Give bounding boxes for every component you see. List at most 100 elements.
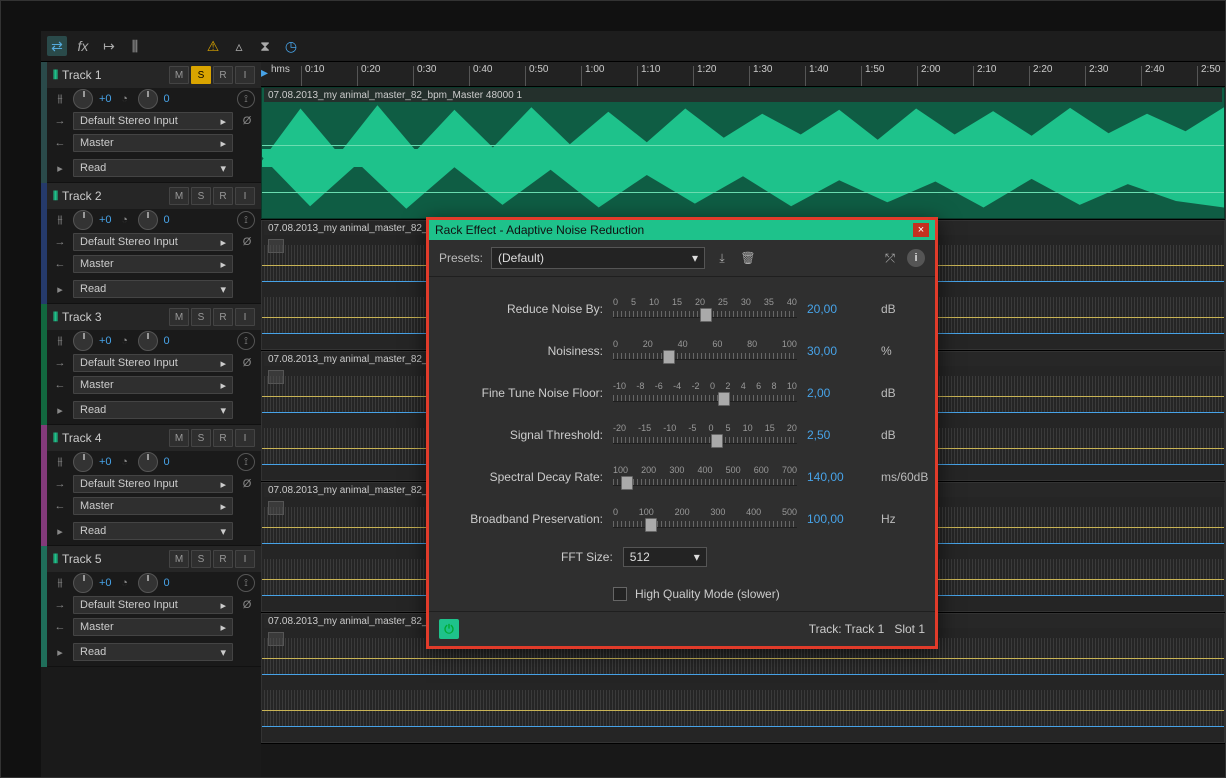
vol-knob[interactable] <box>138 452 158 472</box>
input-select[interactable]: Default Stereo Input▸ <box>73 596 233 614</box>
expand-icon[interactable]: ▸ <box>53 525 67 538</box>
expand-icon[interactable]: ▸ <box>53 283 67 296</box>
save-preset-icon[interactable]: ⤓ <box>713 249 731 267</box>
mute-button[interactable]: M <box>169 308 189 326</box>
stereo-icon[interactable]: ⟟ <box>237 90 255 108</box>
track-header[interactable]: ⫴ Track 2 MSRI <box>47 183 261 209</box>
fft-select[interactable]: 512▾ <box>623 547 707 567</box>
track-header[interactable]: ⫴ Track 5 MSRI <box>47 546 261 572</box>
stereo-icon[interactable]: ⟟ <box>237 453 255 471</box>
expand-icon[interactable]: ▸ <box>53 646 67 659</box>
phase-icon[interactable]: Ø <box>239 236 255 248</box>
pan-knob[interactable] <box>73 89 93 109</box>
pan-knob[interactable] <box>73 573 93 593</box>
pan-knob[interactable] <box>73 452 93 472</box>
automation-select[interactable]: Read▾ <box>73 643 233 661</box>
record-button[interactable]: R <box>213 308 233 326</box>
param-slider[interactable]: 020406080100 <box>613 339 797 363</box>
time-ruler[interactable]: ▸ hms0:100:200:300:400:501:001:101:201:3… <box>261 62 1225 87</box>
track-name[interactable]: Track 5 <box>62 552 163 566</box>
automation-select[interactable]: Read▾ <box>73 401 233 419</box>
param-slider[interactable]: 0510152025303540 <box>613 297 797 321</box>
input-select[interactable]: Default Stereo Input▸ <box>73 233 233 251</box>
input-mon-button[interactable]: I <box>235 308 255 326</box>
solo-button[interactable]: S <box>191 187 211 205</box>
track-name[interactable]: Track 1 <box>62 68 163 82</box>
solo-button[interactable]: S <box>191 66 211 84</box>
track-grip-icon[interactable]: ⫴ <box>53 552 56 567</box>
track-grip-icon[interactable]: ⫴ <box>53 68 56 83</box>
info-icon[interactable]: i <box>907 249 925 267</box>
param-value[interactable]: 140,00 <box>807 470 871 484</box>
record-button[interactable]: R <box>213 429 233 447</box>
input-mon-button[interactable]: I <box>235 187 255 205</box>
phase-icon[interactable]: Ø <box>239 115 255 127</box>
pan-knob[interactable] <box>73 210 93 230</box>
track-grip-icon[interactable]: ⫴ <box>53 431 56 446</box>
expand-icon[interactable]: ▸ <box>53 162 67 175</box>
stereo-icon[interactable]: ⟟ <box>237 211 255 229</box>
track-header[interactable]: ⫴ Track 1 MSRI <box>47 62 261 88</box>
record-button[interactable]: R <box>213 66 233 84</box>
output-select[interactable]: Master▸ <box>73 497 233 515</box>
hq-checkbox[interactable] <box>613 587 627 601</box>
playhead-icon[interactable]: ▸ <box>261 64 268 81</box>
input-mon-button[interactable]: I <box>235 550 255 568</box>
vol-knob[interactable] <box>138 210 158 230</box>
track-name[interactable]: Track 3 <box>62 310 163 324</box>
solo-button[interactable]: S <box>191 429 211 447</box>
input-select[interactable]: Default Stereo Input▸ <box>73 354 233 372</box>
input-select[interactable]: Default Stereo Input▸ <box>73 475 233 493</box>
input-mon-button[interactable]: I <box>235 66 255 84</box>
record-button[interactable]: R <box>213 187 233 205</box>
audio-clip[interactable]: 07.08.2013_my animal_master_82_bpm_Maste… <box>261 87 1225 219</box>
param-slider[interactable]: -20-15-10-505101520 <box>613 423 797 447</box>
move-tool-icon[interactable]: ⇄ <box>47 36 67 56</box>
param-slider[interactable]: -10-8-6-4-20246810 <box>613 381 797 405</box>
delete-preset-icon[interactable]: 🗑 <box>739 249 757 267</box>
stereo-icon[interactable]: ⟟ <box>237 574 255 592</box>
param-slider[interactable]: 0100200300400500 <box>613 507 797 531</box>
track-header[interactable]: ⫴ Track 3 MSRI <box>47 304 261 330</box>
vol-knob[interactable] <box>138 331 158 351</box>
mute-button[interactable]: M <box>169 187 189 205</box>
param-value[interactable]: 20,00 <box>807 302 871 316</box>
sync-icon[interactable]: ◷ <box>281 36 301 56</box>
param-value[interactable]: 100,00 <box>807 512 871 526</box>
expand-icon[interactable]: ▸ <box>53 404 67 417</box>
output-select[interactable]: Master▸ <box>73 618 233 636</box>
hazard-icon[interactable]: ⚠ <box>203 36 223 56</box>
solo-button[interactable]: S <box>191 308 211 326</box>
stereo-icon[interactable]: ⟟ <box>237 332 255 350</box>
param-value[interactable]: 2,50 <box>807 428 871 442</box>
automation-select[interactable]: Read▾ <box>73 280 233 298</box>
input-mon-button[interactable]: I <box>235 429 255 447</box>
param-value[interactable]: 2,00 <box>807 386 871 400</box>
metronome-icon[interactable]: ▵ <box>229 36 249 56</box>
phase-icon[interactable]: Ø <box>239 599 255 611</box>
mute-button[interactable]: M <box>169 66 189 84</box>
solo-button[interactable]: S <box>191 550 211 568</box>
route-icon[interactable]: ⤱ <box>881 249 899 267</box>
automation-select[interactable]: Read▾ <box>73 159 233 177</box>
eq-icon[interactable]: ⫼ <box>125 36 145 56</box>
track-header[interactable]: ⫴Track 4MSRI <box>47 425 261 451</box>
track-grip-icon[interactable]: ⫴ <box>53 310 56 325</box>
mute-button[interactable]: M <box>169 550 189 568</box>
dialog-titlebar[interactable]: Rack Effect - Adaptive Noise Reduction × <box>429 220 935 240</box>
param-slider[interactable]: 100200300400500600700 <box>613 465 797 489</box>
output-select[interactable]: Master▸ <box>73 255 233 273</box>
record-button[interactable]: R <box>213 550 233 568</box>
track-name[interactable]: Track 2 <box>62 189 163 203</box>
vol-knob[interactable] <box>138 573 158 593</box>
send-icon[interactable]: ↦ <box>99 36 119 56</box>
output-select[interactable]: Master▸ <box>73 376 233 394</box>
phase-icon[interactable]: Ø <box>239 357 255 369</box>
fx-icon[interactable]: fx <box>73 36 93 56</box>
param-value[interactable]: 30,00 <box>807 344 871 358</box>
phase-icon[interactable]: Ø <box>239 478 255 490</box>
mute-button[interactable]: M <box>169 429 189 447</box>
track-grip-icon[interactable]: ⫴ <box>53 189 56 204</box>
close-icon[interactable]: × <box>913 223 929 237</box>
input-select[interactable]: Default Stereo Input▸ <box>73 112 233 130</box>
